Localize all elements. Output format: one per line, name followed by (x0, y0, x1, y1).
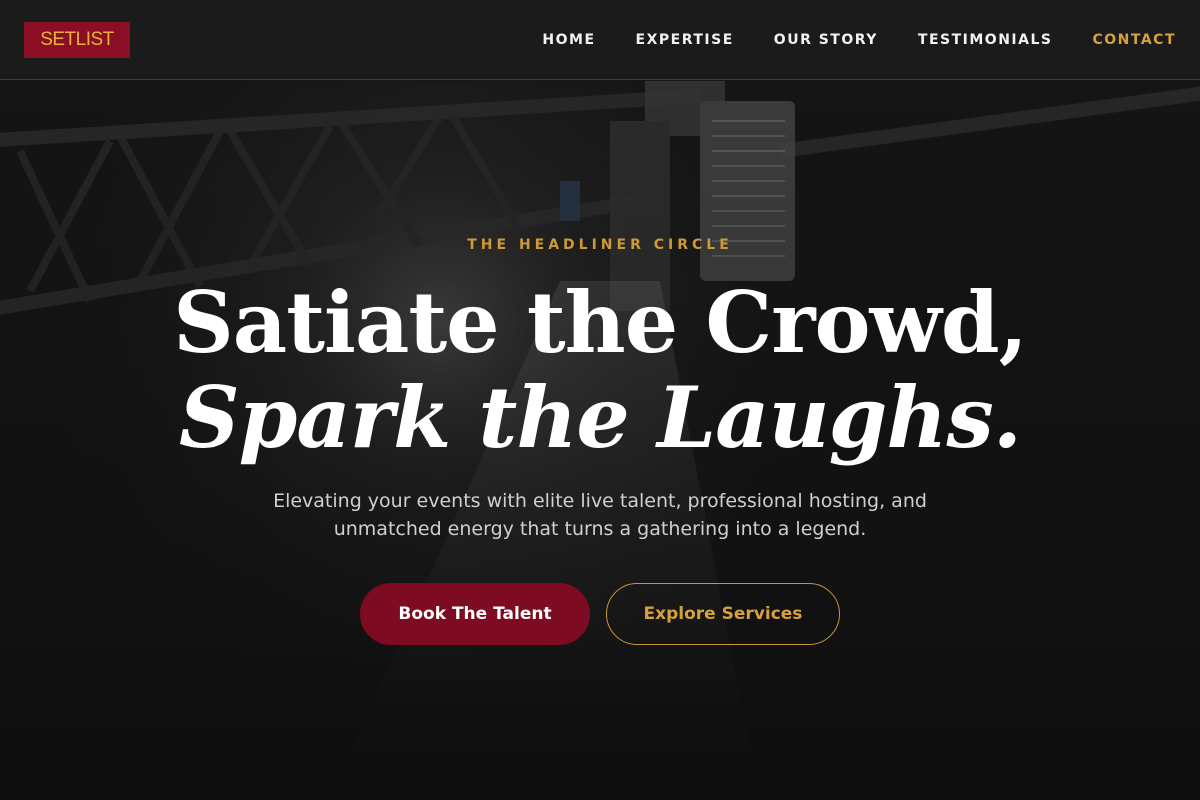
nav-link-testimonials[interactable]: TESTIMONIALS (918, 32, 1053, 48)
main-nav: HOME EXPERTISE OUR STORY TESTIMONIALS CO… (542, 0, 1176, 80)
nav-link-contact[interactable]: CONTACT (1092, 32, 1176, 48)
hero-subtext: Elevating your events with elite live ta… (273, 490, 927, 540)
nav-link-home[interactable]: HOME (542, 32, 595, 48)
hero-content: THE HEADLINER CIRCLE Satiate the Crowd, … (0, 81, 1200, 800)
site-header: SETLIST HOME EXPERTISE OUR STORY TESTIMO… (0, 0, 1200, 80)
hero-headline-line2: Spark the Laughs. (179, 368, 1022, 467)
hero-headline-line1: Satiate the Crowd, (173, 273, 1028, 372)
nav-link-our-story[interactable]: OUR STORY (774, 32, 878, 48)
book-talent-button[interactable]: Book The Talent (360, 583, 590, 645)
explore-services-button[interactable]: Explore Services (606, 583, 840, 645)
nav-link-expertise[interactable]: EXPERTISE (636, 32, 734, 48)
hero-section: THE HEADLINER CIRCLE Satiate the Crowd, … (0, 81, 1200, 800)
site-logo[interactable]: SETLIST (24, 22, 130, 58)
hero-kicker: THE HEADLINER CIRCLE (467, 237, 733, 253)
